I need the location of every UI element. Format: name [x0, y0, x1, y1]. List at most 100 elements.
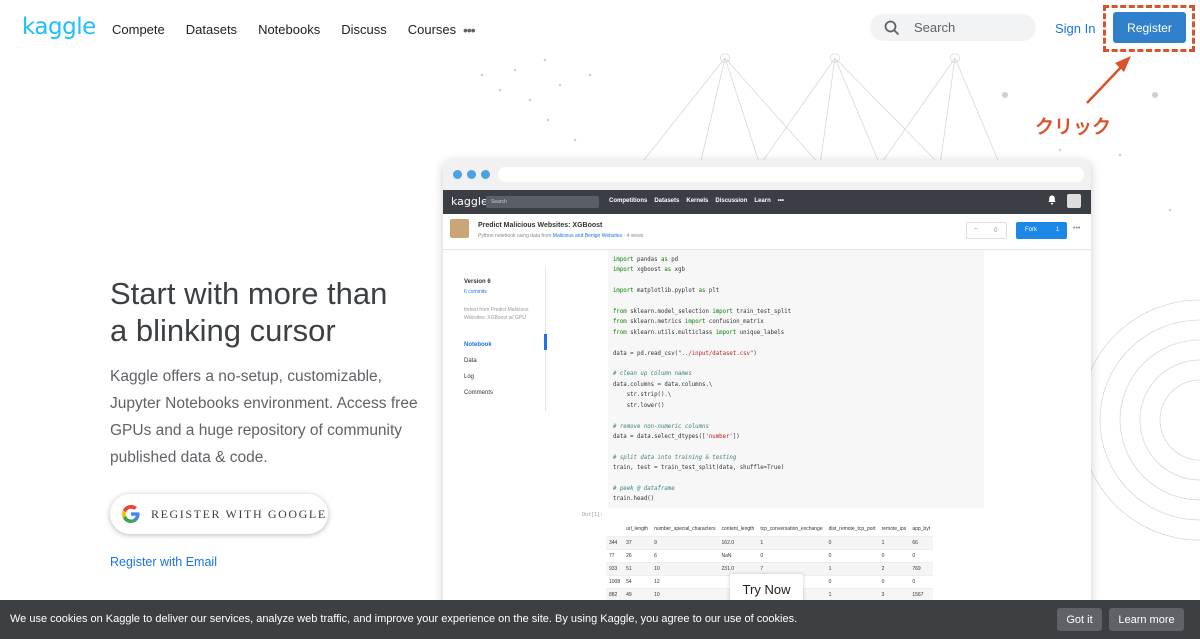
search-input[interactable]: [914, 20, 1024, 35]
table-header: remote_ips: [878, 523, 910, 537]
table-cell: 0: [757, 549, 826, 563]
register-with-google-button[interactable]: REGISTER WITH GOOGLE: [110, 494, 328, 534]
mock-forked-from: forked from Predict Malicious Websites: …: [464, 307, 529, 321]
mock-side-log: Log: [464, 374, 475, 380]
mock-nav-competitions: Competitions: [609, 198, 648, 204]
table-cell: 0: [909, 549, 934, 563]
table-cell: 1: [878, 536, 910, 550]
hero-description: Kaggle offers a no-setup, customizable, …: [110, 368, 418, 466]
annotation-click-label: クリック: [1035, 116, 1112, 138]
mock-subtitle-prefix: Python notebook using data from: [478, 233, 552, 239]
sidebar-active-marker: [544, 334, 547, 350]
nav-link-datasets[interactable]: Datasets: [186, 22, 237, 38]
cookie-got-it-button[interactable]: Got it: [1057, 608, 1102, 631]
table-cell: 66: [909, 536, 934, 550]
window-dot-icon: [467, 170, 476, 179]
table-cell: 6: [651, 549, 719, 563]
mock-subtitle-link: Malicious and Benign Websites: [552, 233, 623, 239]
nav-link-notebooks[interactable]: Notebooks: [258, 22, 320, 38]
table-cell: 9: [651, 536, 719, 550]
notebook-preview-window: kaggle Search Competitions Datasets Kern…: [443, 160, 1091, 610]
table-cell: 162.0: [718, 536, 758, 550]
register-with-email-link[interactable]: Register with Email: [110, 555, 217, 569]
mock-nav-datasets: Datasets: [654, 198, 680, 204]
google-icon: [122, 505, 140, 523]
mock-vote-button: – 0: [966, 222, 1007, 239]
nav-link-discuss[interactable]: Discuss: [341, 22, 387, 38]
hero-headline-line2: a blinking cursor: [110, 313, 336, 348]
nav-link-courses[interactable]: Courses: [408, 22, 456, 38]
table-cell: 37: [623, 536, 652, 550]
register-button[interactable]: Register: [1113, 12, 1186, 43]
table-cell: 0: [825, 549, 879, 563]
mock-fork-count: 1: [1056, 227, 1060, 233]
table-cell: 769: [909, 562, 934, 576]
table-cell: 0: [878, 575, 910, 589]
cookie-banner: We use cookies on Kaggle to deliver our …: [0, 600, 1200, 639]
mock-side-notebook: Notebook: [464, 342, 492, 348]
mock-subtitle-suffix: · 4 views: [623, 233, 644, 239]
table-header: url_length: [623, 523, 652, 537]
mock-vote-count: 0: [994, 228, 998, 234]
mock-search-box: Search: [486, 196, 599, 208]
mock-more-icon: •••: [1073, 225, 1081, 232]
output-label: Out[1]:: [582, 512, 604, 518]
mock-nav-links: Competitions Datasets Kernels Discussion…: [609, 198, 791, 204]
table-cell: NaN: [718, 549, 758, 563]
mock-nav-discussion: Discussion: [715, 198, 748, 204]
register-with-google-label: REGISTER WITH GOOGLE: [151, 506, 327, 521]
mock-version: Version 6: [464, 279, 491, 285]
table-cell: 0: [909, 575, 934, 589]
mock-nav-kernels: Kernels: [686, 198, 709, 204]
mock-nav-learn: Learn: [754, 198, 771, 204]
cookie-learn-more-button[interactable]: Learn more: [1109, 608, 1184, 631]
bell-icon: [1048, 195, 1056, 205]
table-header: dist_remote_tcp_port: [825, 523, 879, 537]
mock-avatar: [1067, 194, 1081, 208]
table-cell: 0: [878, 549, 910, 563]
code-cell-text: import pandas as pd import xgboost as xg…: [613, 257, 792, 503]
table-cell: 10: [651, 562, 719, 576]
url-bar: [498, 167, 1084, 182]
table-cell: 0: [825, 575, 879, 589]
mock-kaggle-logo: kaggle: [451, 195, 488, 208]
table-header-row: url_length number_special_characters con…: [606, 523, 934, 537]
mock-notebook-header: Predict Malicious Websites: XGBoost Pyth…: [443, 214, 1091, 250]
hero-headline-line1: Start with more than: [110, 276, 388, 311]
mock-fork-label: Fork: [1025, 227, 1037, 233]
upvote-icon: –: [974, 226, 978, 232]
sign-in-link[interactable]: Sign In: [1055, 21, 1095, 36]
mock-commits: 6 commits: [464, 289, 487, 295]
mock-kaggle-nav: kaggle Search Competitions Datasets Kern…: [443, 190, 1091, 214]
cookie-text: We use cookies on Kaggle to deliver our …: [10, 613, 798, 625]
search-box[interactable]: [870, 14, 1036, 41]
table-cell: 344: [606, 536, 624, 550]
table-cell: 0: [825, 536, 879, 550]
table-cell: 51: [623, 562, 652, 576]
top-navigation: kaggle Compete Datasets Notebooks Discus…: [0, 0, 1200, 60]
search-icon: [884, 20, 900, 35]
table-cell: 12: [651, 575, 719, 589]
table-row: 344 37 9 162.0 1 0 1 66: [606, 536, 934, 550]
author-avatar: [450, 219, 469, 238]
window-dot-icon: [453, 170, 462, 179]
table-cell: 933: [606, 562, 624, 576]
window-dot-icon: [481, 170, 490, 179]
kaggle-landing-page: kaggle Compete Datasets Notebooks Discus…: [0, 0, 1200, 639]
kaggle-logo[interactable]: kaggle: [22, 14, 96, 40]
table-header: content_length: [718, 523, 758, 537]
nav-links: Compete Datasets Notebooks Discuss Cours…: [112, 22, 477, 38]
more-icon[interactable]: •••: [463, 22, 476, 38]
nav-link-compete[interactable]: Compete: [112, 22, 165, 38]
hero-headline: Start with more than a blinking cursor: [110, 275, 387, 349]
table-cell: 77: [606, 549, 624, 563]
mock-fork-button: Fork 1: [1016, 222, 1067, 239]
browser-chrome: [443, 160, 1091, 190]
table-header: tcp_conversation_exchange: [757, 523, 826, 537]
table-cell: 54: [623, 575, 652, 589]
table-cell: 1: [825, 562, 879, 576]
table-row: 77 26 6 NaN 0 0 0 0: [606, 549, 934, 563]
table-header: [606, 523, 624, 537]
mock-notebook-title: Predict Malicious Websites: XGBoost: [478, 222, 603, 229]
mock-side-comments: Comments: [464, 390, 494, 396]
